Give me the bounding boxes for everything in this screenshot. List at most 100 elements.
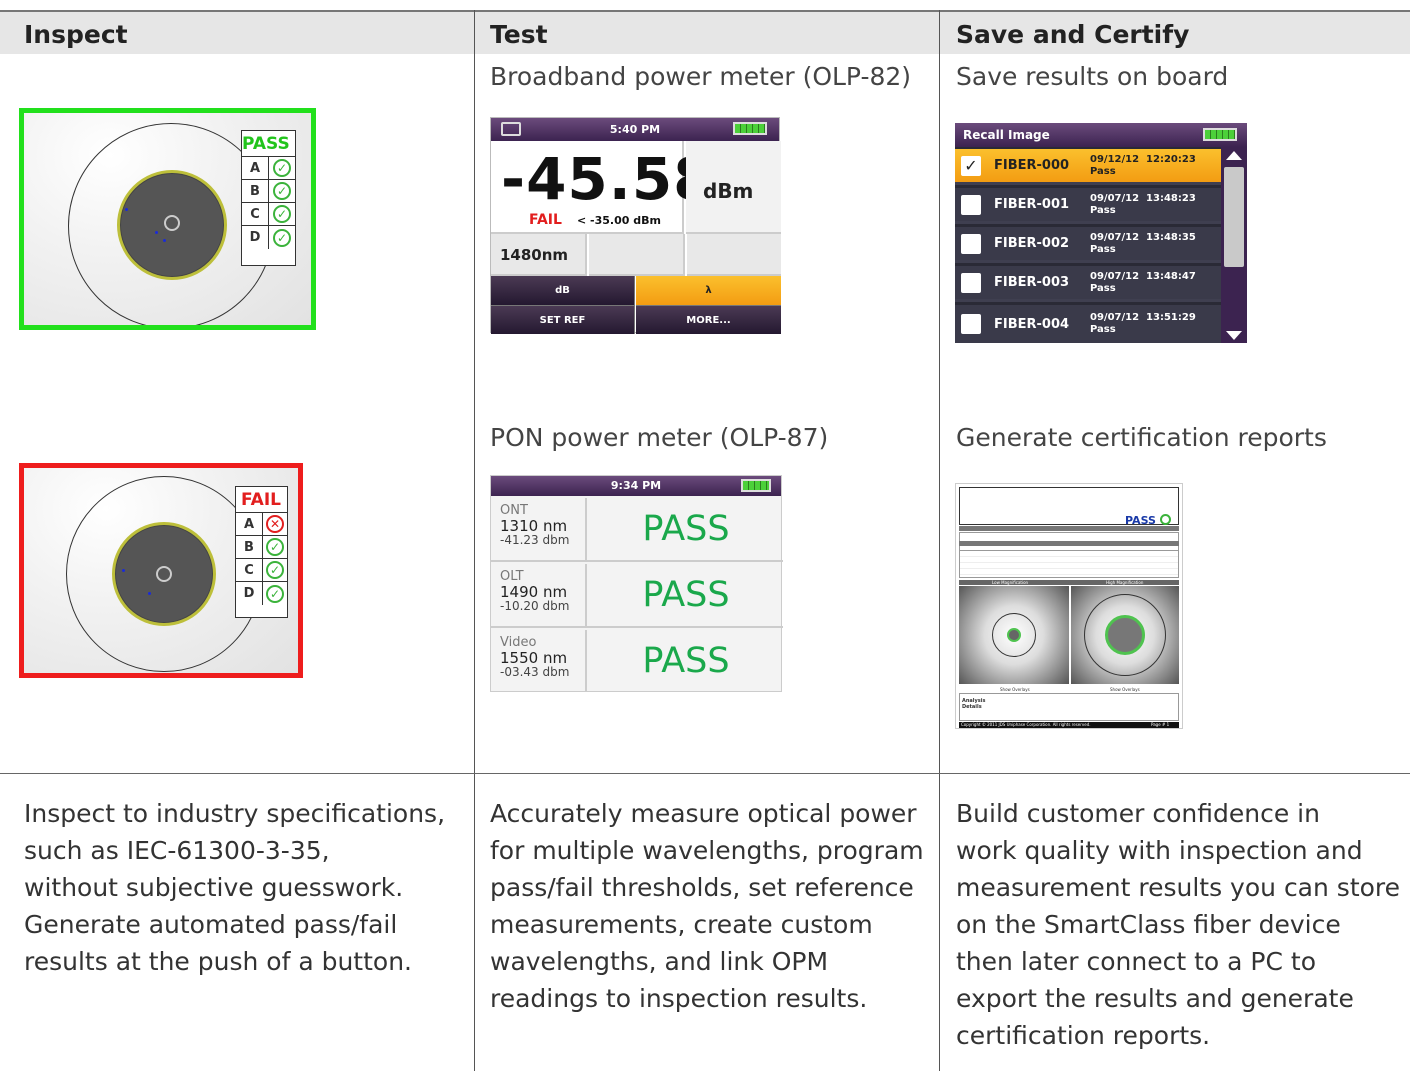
- certification-report: PASS Low Magnification High Magnificatio…: [955, 483, 1183, 729]
- set-ref-button[interactable]: SET REF: [491, 305, 635, 334]
- row-divider: [0, 773, 1410, 774]
- fiber-status: Pass: [1090, 165, 1116, 177]
- high-mag-image: [1071, 586, 1179, 684]
- description-line: without subjective guesswork.: [24, 873, 404, 902]
- zone-label: A: [242, 157, 269, 179]
- fiber-name: FIBER-003: [994, 275, 1070, 290]
- fiber-status: Pass: [1090, 204, 1116, 216]
- more-button[interactable]: MORE...: [636, 305, 781, 334]
- check-icon: ✓: [273, 182, 291, 200]
- description-line: results at the push of a button.: [24, 947, 412, 976]
- pass-result-table: PASS A ✓ B ✓ C ✓ D ✓: [241, 130, 296, 266]
- description-line: then later connect to a PC to: [956, 947, 1316, 976]
- battery-icon: [741, 479, 771, 492]
- recall-title: Recall Image: [963, 128, 1050, 142]
- pon-wavelength: 1310 nm: [500, 517, 568, 535]
- fiber-time: 13:48:23: [1146, 192, 1196, 204]
- fiber-status: Pass: [1090, 324, 1116, 335]
- zone-label: C: [236, 559, 263, 581]
- overlay-toggle-low: Show Overlays: [1000, 687, 1030, 692]
- analysis-label: Analysis Details: [962, 698, 986, 710]
- report-page: Page # 1: [1151, 722, 1170, 727]
- column-divider: [939, 10, 940, 1071]
- fiber-status: Pass: [1090, 282, 1116, 294]
- pon-type: OLT: [500, 569, 524, 584]
- checkbox[interactable]: [961, 314, 981, 334]
- empty-panel: [687, 234, 781, 276]
- pon-row-ont: ONT 1310 nm -41.23 dbm PASS: [491, 498, 783, 562]
- zone-label: D: [236, 582, 263, 605]
- description-save: Build customer confidence in work qualit…: [956, 795, 1400, 1054]
- zone-label: B: [242, 180, 269, 202]
- scroll-thumb[interactable]: [1224, 167, 1244, 267]
- zone-label: B: [236, 536, 263, 558]
- checkbox[interactable]: [961, 272, 981, 293]
- fiber-date: 09/12/12: [1090, 153, 1140, 165]
- low-mag-image: [959, 586, 1069, 684]
- low-mag-label: Low Magnification: [992, 580, 1029, 585]
- fail-label: FAIL: [236, 487, 287, 513]
- olp82-screen: 5:40 PM -45.58 FAIL < -35.00 dBm dBm 148…: [490, 117, 781, 334]
- description-line: readings to inspection results.: [490, 984, 868, 1013]
- pon-result: PASS: [642, 641, 730, 681]
- fiber-date: 09/07/12: [1090, 192, 1140, 204]
- checkbox[interactable]: ✓: [961, 155, 981, 176]
- inspect-pass-image: PASS A ✓ B ✓ C ✓ D ✓: [19, 108, 316, 330]
- fiber-date: 09/07/12: [1090, 270, 1140, 282]
- unit-label: dBm: [703, 179, 754, 203]
- list-item[interactable]: ✓ FIBER-000 09/12/12 12:20:23 Pass: [955, 149, 1221, 185]
- fiber-time: 12:20:23: [1146, 153, 1196, 165]
- header-inspect: Inspect: [24, 20, 128, 49]
- description-line: work quality with inspection and: [956, 836, 1363, 865]
- check-icon: ✓: [266, 561, 284, 579]
- checkbox[interactable]: [961, 194, 981, 215]
- list-item[interactable]: FIBER-002 09/07/12 13:48:35 Pass: [955, 227, 1221, 263]
- scrollbar[interactable]: [1221, 147, 1247, 343]
- scroll-up-icon[interactable]: [1226, 151, 1242, 160]
- description-line: Generate automated pass/fail: [24, 910, 398, 939]
- unit-panel: dBm: [686, 141, 781, 234]
- header-test: Test: [490, 20, 548, 49]
- zone-label: A: [236, 513, 263, 535]
- pon-wavelength: 1550 nm: [500, 649, 568, 667]
- fiber-date: 09/07/12: [1090, 231, 1140, 243]
- description-line: pass/fail thresholds, set reference: [490, 873, 914, 902]
- pon-row-olt: OLT 1490 nm -10.20 dbm PASS: [491, 564, 783, 628]
- check-icon: ✓: [273, 228, 291, 247]
- check-icon: ✓: [266, 538, 284, 556]
- inspect-fail-image: FAIL A ✕ B ✓ C ✓ D ✓: [19, 463, 303, 678]
- pon-row-video: Video 1550 nm -03.43 dbm PASS: [491, 630, 783, 694]
- pon-power: -41.23 dbm: [500, 533, 570, 547]
- power-reading: -45.58: [501, 145, 715, 213]
- caption-olp87: PON power meter (OLP-87): [490, 423, 829, 452]
- olp87-status-bar: 9:34 PM: [491, 476, 781, 496]
- description-line: Build customer confidence in: [956, 799, 1320, 828]
- caption-olp82: Broadband power meter (OLP-82): [490, 62, 912, 91]
- pon-power: -10.20 dbm: [500, 599, 570, 613]
- high-mag-label: High Magnification: [1106, 580, 1144, 585]
- description-line: on the SmartClass fiber device: [956, 910, 1341, 939]
- checkbox[interactable]: [961, 233, 981, 254]
- caption-reports: Generate certification reports: [956, 423, 1327, 452]
- description-line: such as IEC-61300-3-35,: [24, 836, 330, 865]
- caption-save-onboard: Save results on board: [956, 62, 1229, 91]
- fiber-time: 13:51:29: [1146, 312, 1196, 323]
- description-line: wavelengths, and link OPM: [490, 947, 829, 976]
- lambda-button[interactable]: λ: [636, 276, 781, 305]
- fiber-date: 09/07/12: [1090, 312, 1140, 323]
- column-divider: [474, 10, 475, 1071]
- olp82-status-bar: 5:40 PM: [491, 118, 779, 141]
- list-item[interactable]: FIBER-003 09/07/12 13:48:47 Pass: [955, 266, 1221, 302]
- db-button[interactable]: dB: [491, 276, 635, 305]
- table-header: Inspect Test Save and Certify: [0, 10, 1410, 54]
- pon-type: Video: [500, 635, 537, 650]
- list-item[interactable]: FIBER-004 09/07/12 13:51:29 Pass: [955, 305, 1221, 343]
- olp87-screen: 9:34 PM ONT 1310 nm -41.23 dbm PASS OLT 149…: [490, 475, 783, 694]
- report-copyright: Copyright © 2011 JDS Uniphase Corporatio…: [961, 722, 1091, 727]
- wavelength-label: 1480nm: [500, 246, 569, 264]
- description-line: for multiple wavelengths, program: [490, 836, 924, 865]
- fail-status: FAIL: [529, 212, 562, 228]
- fiber-time: 13:48:35: [1146, 231, 1196, 243]
- scroll-down-icon[interactable]: [1226, 331, 1242, 340]
- list-item[interactable]: FIBER-001 09/07/12 13:48:23 Pass: [955, 188, 1221, 224]
